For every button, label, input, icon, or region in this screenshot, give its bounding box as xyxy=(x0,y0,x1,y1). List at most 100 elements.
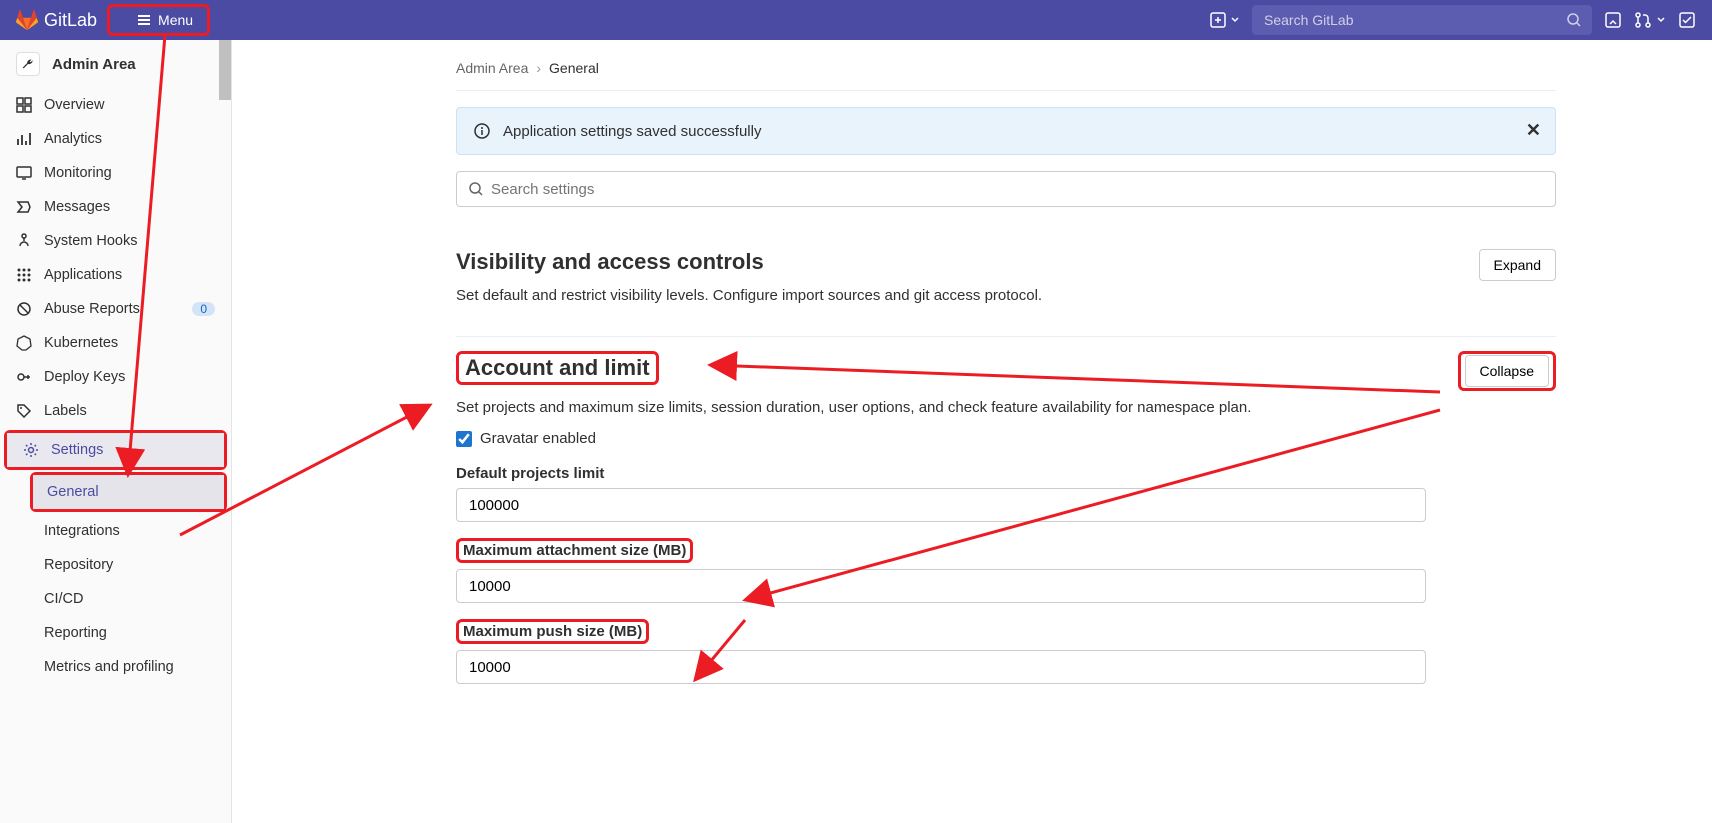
merge-requests-button[interactable] xyxy=(1634,11,1666,29)
account-desc: Set projects and maximum size limits, se… xyxy=(456,399,1556,416)
labels-icon xyxy=(16,403,32,419)
sidebar-sub-reporting[interactable]: Reporting xyxy=(0,616,231,650)
highlight-attachment-label: Maximum attachment size (MB) xyxy=(456,538,693,563)
navbar-right xyxy=(1210,5,1696,35)
sidebar-item-label: Abuse Reports xyxy=(44,301,140,317)
hamburger-icon xyxy=(136,12,152,28)
sidebar-item-label: Deploy Keys xyxy=(44,369,125,385)
sidebar-sub-cicd[interactable]: CI/CD xyxy=(0,582,231,616)
deploykeys-icon xyxy=(16,369,32,385)
sidebar-item-deploy-keys[interactable]: Deploy Keys xyxy=(0,360,231,394)
sidebar-item-label: General xyxy=(47,484,99,500)
sidebar-sub-repository[interactable]: Repository xyxy=(0,548,231,582)
create-new-button[interactable] xyxy=(1210,12,1240,28)
visibility-title: Visibility and access controls xyxy=(456,249,764,275)
breadcrumb-separator: › xyxy=(536,60,541,76)
gravatar-checkbox[interactable] xyxy=(456,431,472,447)
sidebar-item-label: Repository xyxy=(44,557,113,573)
breadcrumb-parent[interactable]: Admin Area xyxy=(456,60,528,76)
applications-icon xyxy=(16,267,32,283)
highlight-collapse: Collapse xyxy=(1458,351,1556,391)
global-search-input[interactable] xyxy=(1252,5,1592,35)
sidebar-item-system-hooks[interactable]: System Hooks xyxy=(0,224,231,258)
abuse-icon xyxy=(16,301,32,317)
gravatar-label: Gravatar enabled xyxy=(480,430,596,447)
sidebar-item-messages[interactable]: Messages xyxy=(0,190,231,224)
section-account: Account and limit Collapse Set projects … xyxy=(456,337,1556,724)
sidebar-item-label: Messages xyxy=(44,199,110,215)
sidebar-item-label: Metrics and profiling xyxy=(44,659,174,675)
breadcrumb: Admin Area › General xyxy=(456,60,1556,91)
main-content: Admin Area › General Application setting… xyxy=(232,40,1712,823)
sidebar-item-monitoring[interactable]: Monitoring xyxy=(0,156,231,190)
form-group-projects-limit: Default projects limit xyxy=(456,465,1556,522)
section-visibility: Visibility and access controls Expand Se… xyxy=(456,235,1556,337)
analytics-icon xyxy=(16,131,32,147)
expand-visibility-button[interactable]: Expand xyxy=(1479,249,1556,281)
search-icon xyxy=(1566,12,1582,28)
sidebar-header: Admin Area xyxy=(0,40,231,88)
account-title: Account and limit xyxy=(465,355,650,380)
search-icon xyxy=(468,181,484,197)
global-search-wrap xyxy=(1252,5,1592,35)
sidebar-sub-general[interactable]: General xyxy=(33,475,224,509)
sidebar: Admin Area Overview Analytics Monitoring… xyxy=(0,40,232,823)
alert-close-button[interactable]: ✕ xyxy=(1526,120,1541,141)
visibility-desc: Set default and restrict visibility leve… xyxy=(456,287,1556,304)
hooks-icon xyxy=(16,233,32,249)
overview-icon xyxy=(16,97,32,113)
top-navbar: GitLab Menu xyxy=(0,0,1712,40)
messages-icon xyxy=(16,199,32,215)
form-group-attachment: Maximum attachment size (MB) xyxy=(456,538,1556,603)
sidebar-sub-metrics[interactable]: Metrics and profiling xyxy=(0,650,231,684)
highlight-settings: Settings xyxy=(4,430,227,470)
sidebar-item-label: CI/CD xyxy=(44,591,83,607)
sidebar-item-applications[interactable]: Applications xyxy=(0,258,231,292)
gitlab-logo[interactable]: GitLab xyxy=(16,9,97,31)
highlight-menu: Menu xyxy=(107,4,210,36)
sidebar-item-label: Reporting xyxy=(44,625,107,641)
plus-square-icon xyxy=(1210,12,1226,28)
search-settings-wrap xyxy=(456,171,1556,207)
attachment-input[interactable] xyxy=(456,569,1426,603)
sidebar-item-analytics[interactable]: Analytics xyxy=(0,122,231,156)
highlight-account-title: Account and limit xyxy=(456,351,659,385)
projects-limit-input[interactable] xyxy=(456,488,1426,522)
sidebar-item-label: System Hooks xyxy=(44,233,137,249)
sidebar-scrollbar[interactable] xyxy=(219,40,231,100)
gitlab-icon xyxy=(16,9,38,31)
alert-message: Application settings saved successfully xyxy=(503,123,761,140)
highlight-push-label: Maximum push size (MB) xyxy=(456,619,649,644)
push-label: Maximum push size (MB) xyxy=(463,623,642,640)
collapse-account-button[interactable]: Collapse xyxy=(1465,355,1549,387)
highlight-general: General xyxy=(30,472,227,512)
sidebar-item-label: Integrations xyxy=(44,523,120,539)
sidebar-title: Admin Area xyxy=(52,56,136,73)
sidebar-item-label: Kubernetes xyxy=(44,335,118,351)
attachment-label: Maximum attachment size (MB) xyxy=(463,542,686,559)
merge-request-icon xyxy=(1634,11,1652,29)
kubernetes-icon xyxy=(16,335,32,351)
sidebar-item-settings[interactable]: Settings xyxy=(7,433,224,467)
search-settings-input[interactable] xyxy=(456,171,1556,207)
sidebar-sub-integrations[interactable]: Integrations xyxy=(0,514,231,548)
info-icon xyxy=(473,122,491,140)
sidebar-item-abuse-reports[interactable]: Abuse Reports 0 xyxy=(0,292,231,326)
gear-icon xyxy=(23,442,39,458)
abuse-badge: 0 xyxy=(192,302,215,316)
todos-icon[interactable] xyxy=(1678,11,1696,29)
push-input[interactable] xyxy=(456,650,1426,684)
issues-icon[interactable] xyxy=(1604,11,1622,29)
chevron-down-icon xyxy=(1230,15,1240,25)
gravatar-check: Gravatar enabled xyxy=(456,430,1556,447)
sidebar-item-kubernetes[interactable]: Kubernetes xyxy=(0,326,231,360)
sidebar-item-label: Applications xyxy=(44,267,122,283)
menu-button[interactable]: Menu xyxy=(126,8,203,32)
wrench-icon xyxy=(16,52,40,76)
form-group-push: Maximum push size (MB) xyxy=(456,619,1556,684)
sidebar-item-label: Overview xyxy=(44,97,104,113)
sidebar-item-labels[interactable]: Labels xyxy=(0,394,231,428)
monitoring-icon xyxy=(16,165,32,181)
sidebar-item-overview[interactable]: Overview xyxy=(0,88,231,122)
menu-label: Menu xyxy=(158,12,193,28)
